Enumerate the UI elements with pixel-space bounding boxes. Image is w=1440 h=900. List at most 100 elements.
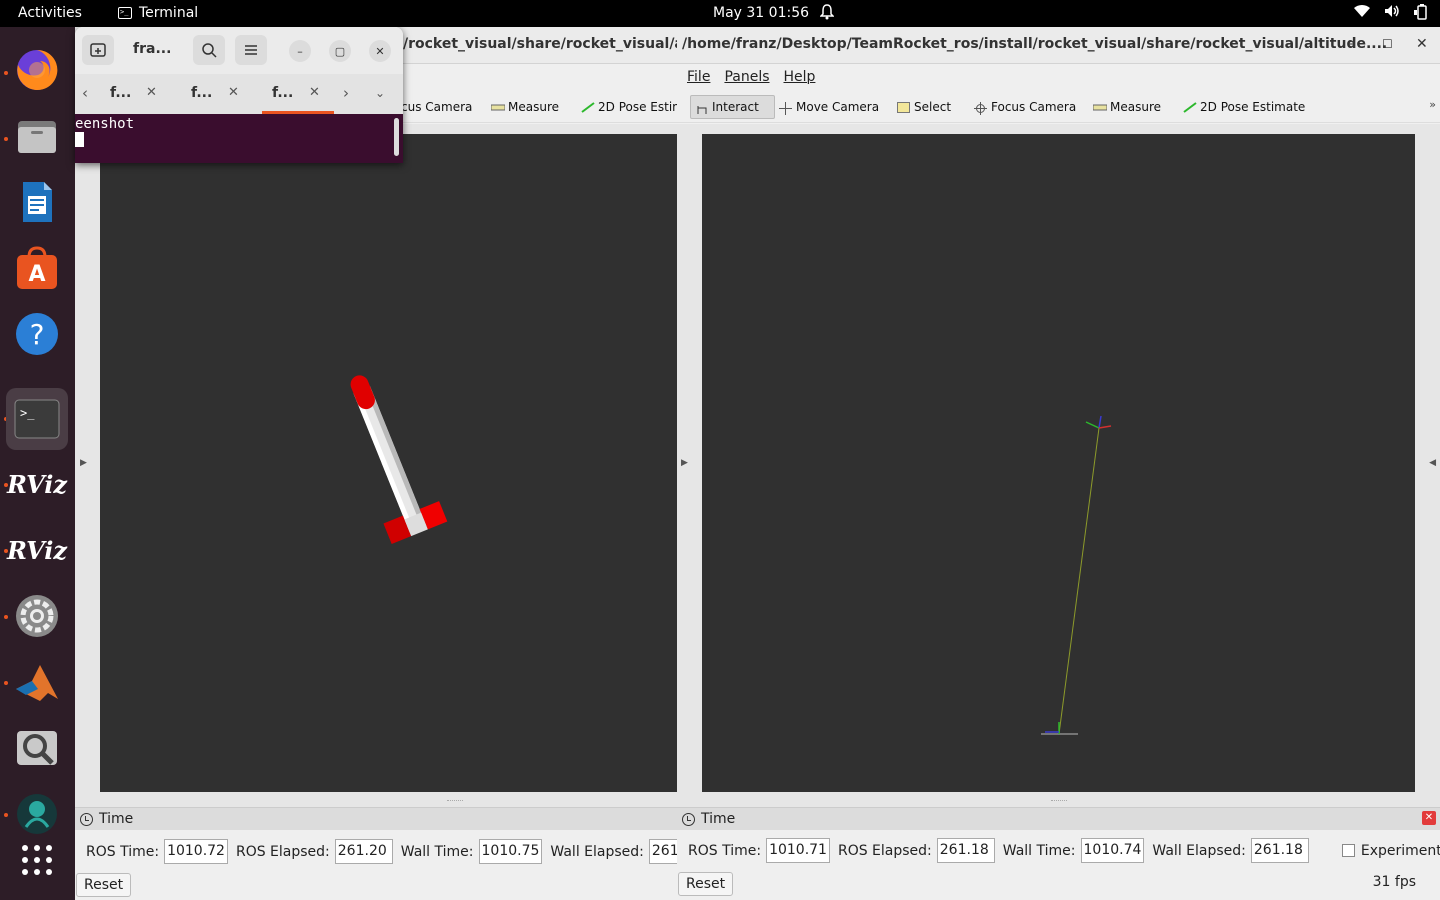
hamburger-menu-icon[interactable] xyxy=(235,35,267,65)
dock: A ? >_ RViz RViz xyxy=(0,27,75,900)
right-render-frame: ▶ ◀ xyxy=(677,124,1440,807)
right-time-panel: Time ✕ ROS Time: 1010.71 ROS Elapsed: 26… xyxy=(677,807,1440,900)
hand-icon xyxy=(695,102,708,114)
terminal-line: eenshot xyxy=(75,116,135,132)
right-rviz-titlebar[interactable]: /home/franz/Desktop/TeamRocket_ros/insta… xyxy=(677,27,1440,64)
right-3d-viewport[interactable] xyxy=(702,134,1415,792)
clock[interactable]: May 31 01:56 xyxy=(713,5,809,21)
wifi-icon xyxy=(1354,4,1370,18)
rviz-icon[interactable]: RViz xyxy=(7,459,67,509)
minimize-icon[interactable]: – xyxy=(289,40,311,62)
right-rviz-title: /home/franz/Desktop/TeamRocket_ros/insta… xyxy=(682,36,1388,52)
left-3d-viewport[interactable] xyxy=(100,134,677,792)
rocket-model xyxy=(350,375,448,544)
terminal-tab-active[interactable]: f... xyxy=(272,85,293,101)
svg-text:>_: >_ xyxy=(20,406,35,420)
interact-tool[interactable]: Interact xyxy=(690,95,775,119)
terminal-tab[interactable]: f... xyxy=(191,85,212,101)
close-panel-icon[interactable]: ✕ xyxy=(1422,811,1436,825)
move-camera-tool[interactable]: Move Camera xyxy=(775,95,883,119)
pose-estimate-tool[interactable]: 2D Pose Estimate xyxy=(1179,95,1309,119)
reset-button[interactable]: Reset xyxy=(678,872,734,896)
app-menu[interactable]: >_ Terminal xyxy=(118,5,198,21)
running-indicator xyxy=(4,71,8,75)
green-arrow-icon xyxy=(581,101,595,113)
minimize-icon[interactable]: – xyxy=(1348,36,1355,52)
running-indicator xyxy=(4,137,8,141)
volume-icon xyxy=(1385,5,1399,17)
writer-icon[interactable] xyxy=(12,177,62,227)
focus-camera-tool[interactable]: Focus Camera xyxy=(970,95,1080,119)
terminal-output[interactable]: eenshot xyxy=(75,114,403,163)
green-arrow-icon xyxy=(1183,101,1197,113)
resize-handle[interactable] xyxy=(447,800,463,803)
apps-grid-icon[interactable] xyxy=(12,835,62,885)
wall-time-field[interactable]: 1010.74 xyxy=(1080,838,1145,863)
terminal-headerbar[interactable]: fra... – ▢ ✕ xyxy=(75,27,403,74)
ruler-icon xyxy=(1092,102,1108,113)
menu-panels[interactable]: Panels xyxy=(724,69,769,85)
right-toolbar: Interact Move Camera Select Focus Camera… xyxy=(677,89,1440,123)
tab-list-dropdown-icon[interactable]: ⌄ xyxy=(375,86,385,100)
ruler-icon xyxy=(490,102,506,113)
terminal-tabbar: ‹ f... ✕ f... ✕ f... ✕ › ⌄ xyxy=(75,74,403,114)
files-icon[interactable] xyxy=(12,111,62,161)
measure-tool[interactable]: Measure xyxy=(1089,95,1165,119)
search-icon[interactable] xyxy=(193,35,225,65)
tab-scroll-left-icon[interactable]: ‹ xyxy=(82,84,88,102)
ros-time-field[interactable]: 1010.71 xyxy=(766,838,830,863)
time-row: ROS Time: 1010.72 ROS Elapsed: 261.20 Wa… xyxy=(86,839,677,864)
bell-icon[interactable] xyxy=(819,4,835,24)
focus-camera-tool[interactable]: cus Camera xyxy=(397,95,476,119)
pose-estimate-tool[interactable]: 2D Pose Estim xyxy=(577,95,677,119)
maximize-icon[interactable]: ☐ xyxy=(1382,37,1393,51)
time-row: ROS Time: 1010.71 ROS Elapsed: 261.18 Wa… xyxy=(688,838,1440,863)
matlab-icon[interactable] xyxy=(12,657,62,707)
experimental-checkbox[interactable] xyxy=(1341,844,1355,857)
select-box-icon xyxy=(897,101,910,113)
ros-elapsed-field[interactable]: 261.20 xyxy=(334,839,393,864)
close-icon[interactable]: ✕ xyxy=(369,40,391,62)
tab-close-icon[interactable]: ✕ xyxy=(146,85,157,100)
collapse-right-arrow-icon[interactable]: ◀ xyxy=(1429,458,1436,468)
app-icon[interactable] xyxy=(12,789,62,839)
menu-help[interactable]: Help xyxy=(784,69,816,85)
collapse-left-arrow-icon[interactable]: ▶ xyxy=(681,458,688,468)
wall-time-field[interactable]: 1010.75 xyxy=(478,839,543,864)
reset-button[interactable]: Reset xyxy=(76,873,132,897)
focus-icon xyxy=(974,101,987,115)
close-icon[interactable]: ✕ xyxy=(1416,36,1428,52)
settings-icon[interactable] xyxy=(12,591,62,641)
terminal-tab[interactable]: f... xyxy=(110,85,131,101)
terminal-icon[interactable]: >_ xyxy=(6,388,68,450)
software-icon[interactable]: A xyxy=(12,243,62,293)
firefox-icon[interactable] xyxy=(12,45,62,95)
move-icon xyxy=(779,101,792,115)
wall-elapsed-field[interactable]: 261.18 xyxy=(1250,838,1309,863)
menu-file[interactable]: File xyxy=(687,69,710,85)
svg-text:?: ? xyxy=(30,318,45,351)
select-tool[interactable]: Select xyxy=(893,95,955,119)
tab-scroll-right-icon[interactable]: › xyxy=(343,84,349,102)
measure-tool[interactable]: Measure xyxy=(487,95,563,119)
ros-elapsed-field[interactable]: 261.18 xyxy=(936,838,995,863)
screenshot-icon[interactable] xyxy=(12,723,62,773)
help-icon[interactable]: ? xyxy=(12,309,62,359)
app-menu-label: Terminal xyxy=(139,5,199,21)
time-panel-header: Time xyxy=(75,808,677,830)
system-tray[interactable] xyxy=(1354,4,1428,20)
toolbar-overflow-icon[interactable]: » xyxy=(1429,98,1436,111)
activities-button[interactable]: Activities xyxy=(18,5,82,21)
new-tab-icon[interactable] xyxy=(82,35,114,65)
rviz-icon[interactable]: RViz xyxy=(7,525,67,575)
left-render-frame: ▶ xyxy=(75,124,677,807)
collapse-left-arrow-icon[interactable]: ▶ xyxy=(80,458,87,468)
svg-text:A: A xyxy=(28,262,45,287)
resize-handle[interactable] xyxy=(1051,800,1067,803)
ros-time-field[interactable]: 1010.72 xyxy=(164,839,228,864)
tab-close-icon[interactable]: ✕ xyxy=(309,85,320,100)
terminal-scrollbar[interactable] xyxy=(394,118,399,156)
wall-elapsed-field[interactable]: 261.20 xyxy=(648,839,677,864)
tab-close-icon[interactable]: ✕ xyxy=(228,85,239,100)
maximize-icon[interactable]: ▢ xyxy=(329,40,351,62)
